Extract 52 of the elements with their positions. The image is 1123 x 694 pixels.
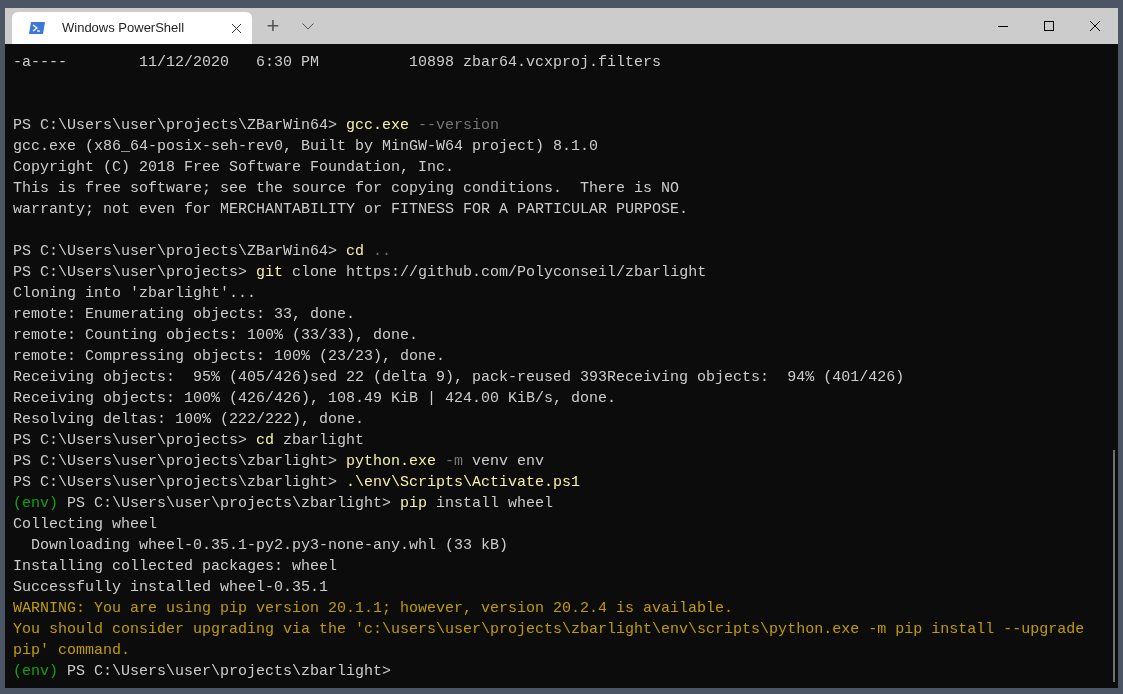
output-text: This is free software; see the source for copying conditions. There is NO — [13, 180, 680, 197]
command-text: .\env\Scripts\Activate.ps1 — [346, 474, 581, 491]
prompt-text: PS C:\Users\user\projects> — [13, 264, 249, 281]
warning-text: pip' command. — [13, 642, 131, 659]
output-text: Resolving deltas: 100% (222/222), done. — [13, 411, 365, 428]
tab[interactable]: Windows PowerShell — [12, 12, 252, 44]
chevron-down-icon — [302, 22, 314, 30]
command-text: gcc.exe — [346, 117, 410, 134]
argument-text: clone https://github.com/Polyconseil/zbarlight — [291, 264, 707, 281]
env-prefix: (env) — [13, 663, 58, 680]
warning-text: You should consider upgrading via the 'c:\users\user\projects\zbarlight\env\scripts\python.exe -m pip install --upgrade — [13, 621, 1085, 638]
output-text: Collecting wheel — [13, 516, 158, 533]
prompt-text: PS C:\Users\user\projects\zbarlight> — [66, 663, 393, 680]
argument-text: install wheel — [435, 495, 554, 512]
parameter-text: -m — [444, 453, 464, 470]
prompt-text: PS C:\Users\user\projects\zbarlight> — [13, 474, 339, 491]
close-icon[interactable] — [231, 22, 242, 34]
output-text: Downloading wheel-0.35.1-py2.py3-none-any.whl (33 kB) — [30, 537, 509, 554]
output-text: Installing collected packages: wheel — [13, 558, 338, 575]
output-text: Receiving objects: 100% (426/426), 108.49 KiB | 424.00 KiB/s, done. — [13, 390, 617, 407]
prompt-text: PS C:\Users\user\projects\zbarlight> — [66, 495, 393, 512]
output-text: Cloning into 'zbarlight'... — [13, 285, 257, 302]
command-text: cd — [346, 243, 365, 260]
output-text: remote: Counting objects: 100% (33/33), done. — [13, 327, 419, 344]
output-text: remote: Enumerating objects: 33, done. — [13, 306, 356, 323]
output-text: warranty; not even for MERCHANTABILITY or FITNESS FOR A PARTICULAR PURPOSE. — [13, 201, 689, 218]
env-prefix: (env) — [13, 495, 58, 512]
output-text: -a---- 11/12/2020 6:30 PM 10898 zbar64.vcxproj.filters — [13, 54, 662, 71]
maximize-icon — [1044, 21, 1054, 31]
parameter-text: --version — [417, 117, 500, 134]
scrollbar-thumb[interactable] — [1113, 450, 1115, 682]
argument-text: zbarlight — [282, 432, 365, 449]
prompt-text: PS C:\Users\user\projects\ZBarWin64> — [13, 117, 339, 134]
command-text: python.exe — [346, 453, 437, 470]
parameter-text: .. — [372, 243, 392, 260]
command-text: pip — [400, 495, 428, 512]
argument-text: venv env — [471, 453, 545, 470]
output-text: Copyright (C) 2018 Free Software Foundation, Inc. — [13, 159, 455, 176]
warning-text: WARNING: You are using pip version 20.1.1; however, version 20.2.4 is available. — [13, 600, 734, 617]
output-text: Successfully installed wheel-0.35.1 — [13, 579, 329, 596]
prompt-text: PS C:\Users\user\projects> — [13, 432, 249, 449]
output-text: Receiving objects: 95% (405/426)sed 22 (delta 9), pack-reused 393Receiving objects: 94% (401/426) — [13, 369, 905, 386]
prompt-text: PS C:\Users\user\projects\zbarlight> — [13, 453, 339, 470]
minimize-icon — [998, 25, 1008, 27]
command-text: git — [256, 264, 284, 281]
powershell-icon — [29, 22, 45, 34]
command-text: cd — [256, 432, 275, 449]
output-text: gcc.exe (x86_64-posix-seh-rev0, Built by MinGW-W64 project) 8.1.0 — [13, 138, 599, 155]
output-text: remote: Compressing objects: 100% (23/23), done. — [13, 348, 446, 365]
new-tab-button[interactable]: + — [261, 14, 285, 38]
close-icon — [1090, 21, 1100, 31]
prompt-text: PS C:\Users\user\projects\ZBarWin64> — [13, 243, 339, 260]
